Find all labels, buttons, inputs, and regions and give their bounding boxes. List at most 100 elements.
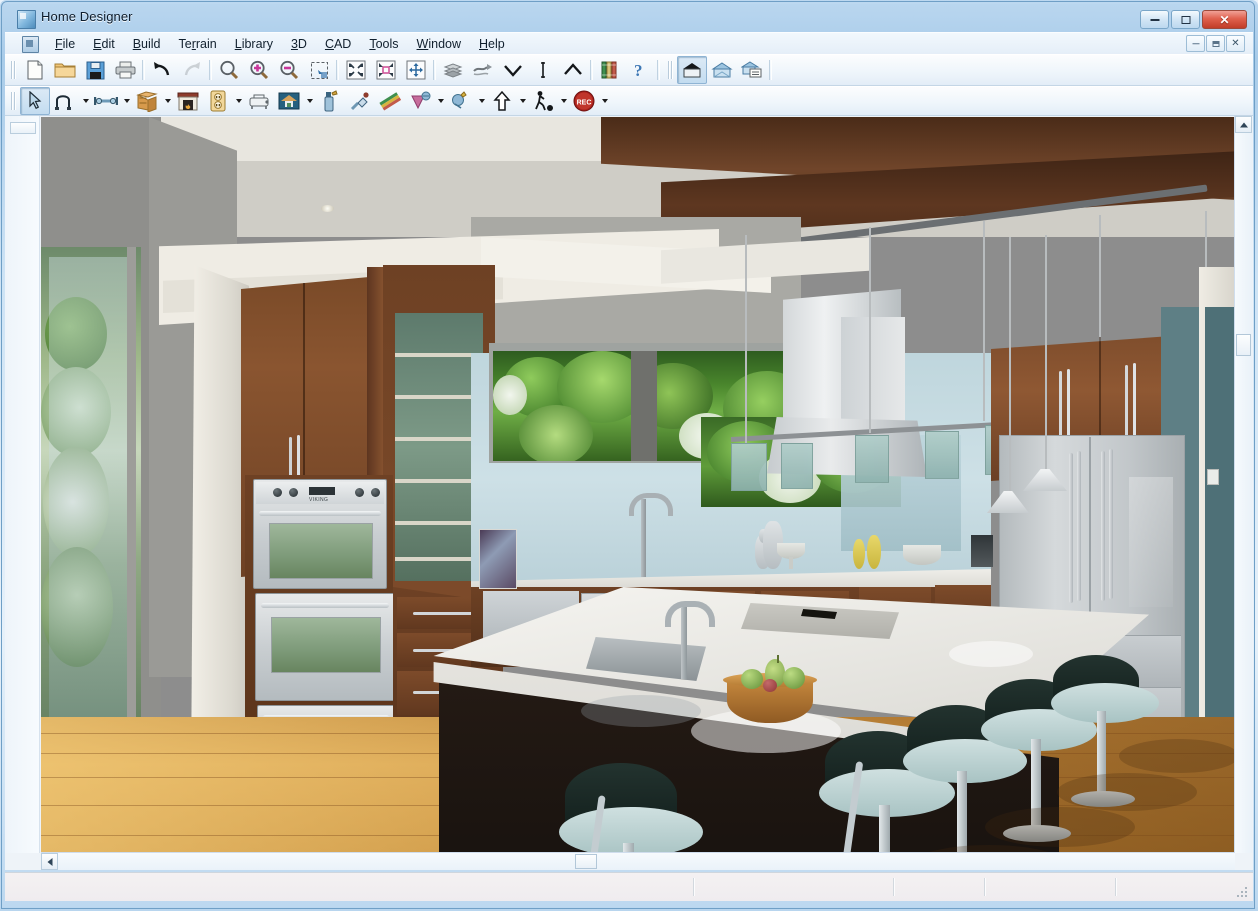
undo-button[interactable]	[147, 56, 177, 84]
room-label-button[interactable]	[274, 87, 304, 115]
record-walkthrough-button[interactable]: REC	[569, 87, 599, 115]
select-objects-button[interactable]	[20, 87, 50, 115]
redo-button[interactable]	[177, 56, 207, 84]
cabinets-button[interactable]	[132, 87, 162, 115]
down-one-floor-button[interactable]	[498, 56, 528, 84]
overview-camera-button[interactable]	[707, 56, 737, 84]
close-button[interactable]: ✕	[1202, 10, 1247, 29]
cross-section-button[interactable]	[737, 56, 767, 84]
menu-terrain[interactable]: Terrain	[170, 35, 226, 53]
minimize-button[interactable]	[1140, 10, 1169, 29]
left-rail-tab[interactable]	[10, 122, 36, 134]
menu-file[interactable]: File	[46, 35, 84, 53]
electrical-dropdown-arrow[interactable]	[233, 88, 244, 114]
rainbow-swatch-button[interactable]	[375, 87, 405, 115]
zoom-button[interactable]	[214, 56, 244, 84]
toolbar-grip[interactable]	[9, 60, 17, 80]
child-restore-button[interactable]	[1206, 35, 1225, 52]
walkthrough-dropdown-arrow[interactable]	[558, 88, 569, 114]
print-button[interactable]	[110, 56, 140, 84]
electrical-button[interactable]	[203, 87, 233, 115]
cabinet-shelf	[395, 479, 483, 483]
child-minimize-button[interactable]	[1186, 35, 1205, 52]
cabinet-shelf	[395, 437, 483, 441]
open-plan-button[interactable]	[50, 56, 80, 84]
decor-yellow-bottle	[853, 539, 865, 569]
menu-cad[interactable]: CAD	[316, 35, 360, 53]
vertical-scrollbar[interactable]	[1234, 116, 1252, 853]
terrain-dropdown-arrow[interactable]	[435, 88, 446, 114]
maximize-button[interactable]	[1171, 10, 1200, 29]
scroll-up-arrow[interactable]	[1235, 116, 1252, 133]
fireplace-button[interactable]	[173, 87, 203, 115]
floor-down-button[interactable]	[438, 56, 468, 84]
fill-window-button[interactable]	[341, 56, 371, 84]
menu-tools[interactable]: Tools	[360, 35, 407, 53]
new-plan-button[interactable]	[20, 56, 50, 84]
eyedropper-button[interactable]	[345, 87, 375, 115]
move-up-dropdown-arrow[interactable]	[517, 88, 528, 114]
hanging-glass-light-panel	[781, 443, 813, 489]
zoom-in-button[interactable]	[244, 56, 274, 84]
cabinet-shelf	[395, 557, 483, 561]
zoom-out-button[interactable]	[274, 56, 304, 84]
pendant-light-cord	[1045, 235, 1047, 471]
vertical-scroll-thumb[interactable]	[1236, 334, 1251, 356]
menu-help[interactable]: Help	[470, 35, 514, 53]
walkthrough-button[interactable]	[528, 87, 558, 115]
horizontal-scroll-thumb[interactable]	[575, 854, 597, 869]
application-window: Home Designer ✕ File Edit Build Terrain …	[0, 0, 1258, 911]
library-browser-button[interactable]	[595, 56, 625, 84]
child-close-button[interactable]: ✕	[1226, 35, 1245, 52]
teal-hallway-wall-far	[1205, 307, 1235, 747]
fruit-stem	[777, 655, 779, 663]
dimensions-button[interactable]	[91, 87, 121, 115]
mdi-document-icon[interactable]	[22, 35, 39, 53]
interior-design-button[interactable]	[315, 87, 345, 115]
fill-window-building-button[interactable]	[371, 56, 401, 84]
move-up-button[interactable]	[487, 87, 517, 115]
reference-display-button[interactable]	[468, 56, 498, 84]
fruit-red-plum	[763, 679, 777, 692]
save-plan-button[interactable]	[80, 56, 110, 84]
menu-build[interactable]: Build	[124, 35, 170, 53]
menu-edit[interactable]: Edit	[84, 35, 124, 53]
resize-grip[interactable]	[1235, 885, 1247, 897]
terrain-button[interactable]	[405, 87, 435, 115]
floor-level-button[interactable]	[528, 56, 558, 84]
cad-spline-dropdown-arrow[interactable]	[80, 88, 91, 114]
help-button[interactable]: ?	[625, 56, 655, 84]
title-bar[interactable]: Home Designer ✕	[5, 4, 1253, 32]
scroll-left-arrow[interactable]	[41, 853, 58, 870]
up-one-floor-button[interactable]	[558, 56, 588, 84]
room-label-dropdown-arrow[interactable]	[304, 88, 315, 114]
horizontal-scrollbar[interactable]	[41, 852, 1235, 870]
menu-3d[interactable]: 3D	[282, 35, 316, 53]
oven-brand-label: VIKING	[309, 497, 329, 503]
menu-window[interactable]: Window	[408, 35, 470, 53]
toolbar-grip[interactable]	[9, 91, 17, 111]
refrigerator-door-seam	[1089, 437, 1091, 633]
plant-dropdown-arrow[interactable]	[476, 88, 487, 114]
light-suspension-wire	[983, 221, 985, 421]
full-camera-button[interactable]	[677, 56, 707, 84]
status-cell-units	[985, 874, 1115, 900]
furniture-button[interactable]	[244, 87, 274, 115]
svg-text:REC: REC	[577, 100, 592, 107]
cabinets-dropdown-arrow[interactable]	[162, 88, 173, 114]
island-faucet-arc	[665, 601, 715, 627]
dimensions-dropdown-arrow[interactable]	[121, 88, 132, 114]
decor-pedestal-stem	[789, 557, 793, 569]
kitchen-faucet-arc	[629, 493, 673, 516]
3d-camera-view[interactable]: VIKING VIKING	[41, 117, 1235, 852]
menu-library[interactable]: Library	[226, 35, 282, 53]
toolbar-grip[interactable]	[666, 60, 674, 80]
status-cell-layer	[894, 874, 984, 900]
record-dropdown-arrow[interactable]	[599, 88, 610, 114]
plant-button[interactable]	[446, 87, 476, 115]
zoom-window-button[interactable]	[304, 56, 334, 84]
recessed-can-light	[321, 205, 334, 212]
status-bar	[5, 872, 1253, 901]
pan-window-button[interactable]	[401, 56, 431, 84]
cad-spline-button[interactable]	[50, 87, 80, 115]
